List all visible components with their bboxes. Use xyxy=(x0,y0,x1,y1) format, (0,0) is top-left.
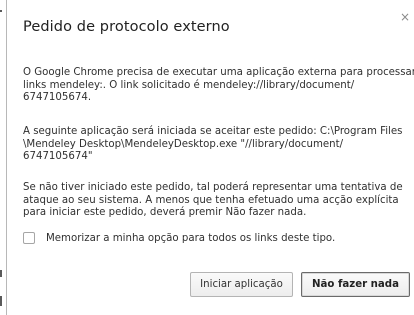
text-line: 6747105674" xyxy=(23,151,93,162)
text-line: O Google Chrome precisa de executar uma … xyxy=(23,67,414,78)
launch-application-button[interactable]: Iniciar aplicação xyxy=(190,272,293,297)
text-line: A seguinte aplicação será iniciada se ac… xyxy=(23,126,403,137)
explanation-paragraph: O Google Chrome precisa de executar uma … xyxy=(23,67,414,105)
text-line: para iniciar este pedido, deverá premir … xyxy=(23,207,307,218)
background-window-edge xyxy=(0,296,2,306)
text-line: links mendeley:. O link solicitado é men… xyxy=(23,79,355,91)
external-protocol-dialog: Pedido de protocolo externo × O Google C… xyxy=(6,0,414,315)
do-nothing-button[interactable]: Não fazer nada xyxy=(301,272,410,297)
text-line: \Mendeley Desktop\MendeleyDesktop.exe "/… xyxy=(23,138,344,150)
application-paragraph: A seguinte aplicação será iniciada se ac… xyxy=(23,126,407,164)
remember-choice-row: Memorizar a minha opção para todos os li… xyxy=(23,231,335,245)
screen: Pedido de protocolo externo × O Google C… xyxy=(0,0,414,315)
close-icon[interactable]: × xyxy=(398,10,412,24)
dialog-title: Pedido de protocolo externo xyxy=(23,19,230,35)
text-line: ataque ao seu sistema. A menos que tenha… xyxy=(23,194,399,206)
remember-choice-checkbox[interactable] xyxy=(23,232,35,244)
warning-paragraph: Se não tiver iniciado este pedido, tal p… xyxy=(23,182,407,220)
remember-choice-label[interactable]: Memorizar a minha opção para todos os li… xyxy=(46,233,335,244)
background-window-edge xyxy=(0,270,2,277)
background-window-edge xyxy=(0,10,2,12)
text-line: Se não tiver iniciado este pedido, tal p… xyxy=(23,182,403,193)
text-line: 6747105674. xyxy=(23,92,92,103)
